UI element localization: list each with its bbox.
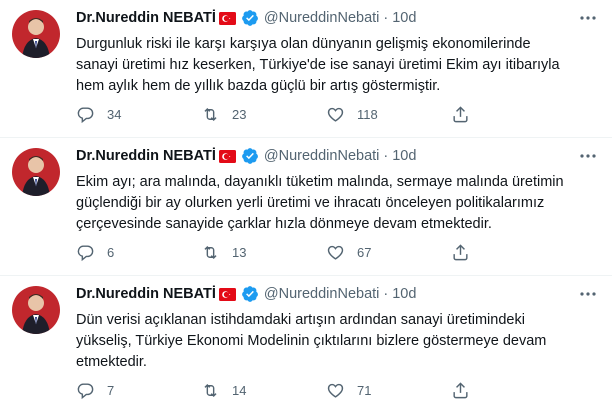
more-dots-icon[interactable]	[578, 8, 598, 28]
author-handle[interactable]: @NureddinNebati	[264, 148, 379, 164]
tweet[interactable]: Dr.Nureddin NEBATİ @NureddinNebati · 10d…	[0, 276, 612, 414]
author-handle[interactable]: @NureddinNebati	[264, 10, 379, 26]
turkey-flag-icon	[218, 149, 236, 163]
heart-icon	[327, 245, 344, 260]
retweet-count: 23	[232, 107, 247, 122]
author-name[interactable]: Dr.Nureddin NEBATİ	[76, 148, 216, 164]
like-button[interactable]: 71	[326, 381, 451, 400]
reply-button[interactable]: 34	[76, 105, 201, 124]
turkey-flag-icon	[218, 11, 236, 25]
retweet-count: 13	[232, 245, 247, 260]
separator-dot: ·	[383, 148, 389, 164]
tweet-text: Dün verisi açıklanan istihdamdaki artışı…	[76, 312, 547, 370]
retweet-button[interactable]: 14	[201, 381, 326, 400]
tweet-timestamp[interactable]: 10d	[392, 10, 416, 26]
retweet-icon	[204, 107, 217, 122]
share-button[interactable]	[451, 381, 491, 400]
retweet-button[interactable]: 13	[201, 243, 326, 262]
share-icon	[453, 244, 468, 261]
like-count: 118	[357, 107, 378, 122]
tweet-actions: 34 23 118	[76, 105, 496, 124]
tweet-header: Dr.Nureddin NEBATİ @NureddinNebati · 10d	[76, 284, 596, 304]
like-button[interactable]: 118	[326, 105, 451, 124]
tweet-timestamp[interactable]: 10d	[392, 286, 416, 302]
share-icon	[453, 382, 468, 399]
retweet-count: 14	[232, 383, 247, 398]
reply-icon	[77, 107, 94, 124]
author-name[interactable]: Dr.Nureddin NEBATİ	[76, 286, 216, 302]
tweet-text: Durgunluk riski ile karşı karşıya olan d…	[76, 36, 560, 94]
tweet[interactable]: Dr.Nureddin NEBATİ @NureddinNebati · 10d…	[0, 138, 612, 276]
reply-icon	[77, 383, 94, 400]
reply-icon	[77, 245, 94, 262]
avatar[interactable]	[12, 10, 60, 58]
reply-count: 6	[107, 245, 115, 260]
heart-icon	[327, 107, 344, 122]
tweet[interactable]: Dr.Nureddin NEBATİ @NureddinNebati · 10d…	[0, 0, 612, 138]
verified-badge-icon	[241, 285, 259, 303]
reply-count: 34	[107, 107, 122, 122]
tweet-timestamp[interactable]: 10d	[392, 148, 416, 164]
reply-button[interactable]: 7	[76, 381, 201, 400]
retweet-icon	[204, 383, 217, 398]
retweet-icon	[204, 245, 217, 260]
reply-count: 7	[107, 383, 115, 398]
share-button[interactable]	[451, 105, 491, 124]
separator-dot: ·	[383, 286, 389, 302]
avatar[interactable]	[12, 148, 60, 196]
tweet-header: Dr.Nureddin NEBATİ @NureddinNebati · 10d	[76, 8, 596, 28]
like-count: 67	[357, 245, 372, 260]
author-handle[interactable]: @NureddinNebati	[264, 286, 379, 302]
retweet-button[interactable]: 23	[201, 105, 326, 124]
share-icon	[453, 106, 468, 123]
more-dots-icon[interactable]	[578, 284, 598, 304]
verified-badge-icon	[241, 9, 259, 27]
separator-dot: ·	[383, 10, 389, 26]
share-button[interactable]	[451, 243, 491, 262]
like-count: 71	[357, 383, 372, 398]
more-dots-icon[interactable]	[578, 146, 598, 166]
tweet-header: Dr.Nureddin NEBATİ @NureddinNebati · 10d	[76, 146, 596, 166]
tweet-text: Ekim ayı; ara malında, dayanıklı tüketim…	[76, 174, 564, 232]
author-name[interactable]: Dr.Nureddin NEBATİ	[76, 10, 216, 26]
avatar[interactable]	[12, 286, 60, 334]
tweet-actions: 7 14 71	[76, 381, 496, 400]
verified-badge-icon	[241, 147, 259, 165]
turkey-flag-icon	[218, 287, 236, 301]
like-button[interactable]: 67	[326, 243, 451, 262]
tweet-actions: 6 13 67	[76, 243, 496, 262]
heart-icon	[327, 383, 344, 398]
reply-button[interactable]: 6	[76, 243, 201, 262]
